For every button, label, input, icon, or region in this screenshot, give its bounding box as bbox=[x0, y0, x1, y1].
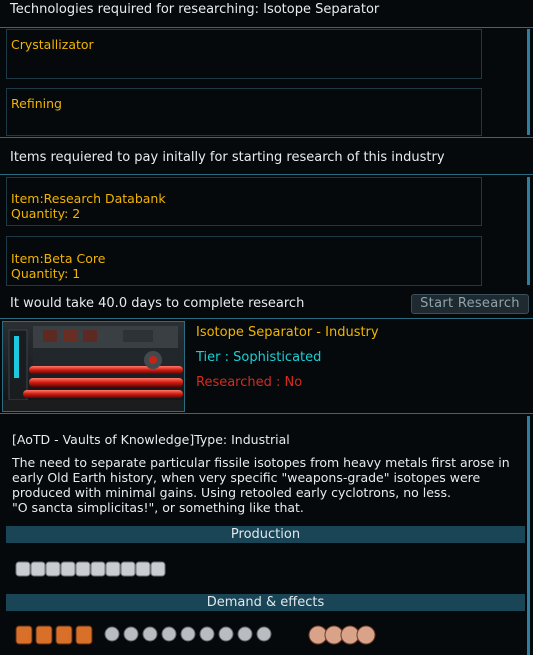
industry-description: The need to separate particular fissile … bbox=[12, 455, 510, 500]
demand-icons bbox=[14, 622, 394, 648]
research-time: It would take 40.0 days to complete rese… bbox=[10, 296, 305, 311]
divider bbox=[0, 318, 533, 319]
divider bbox=[0, 27, 533, 28]
divider bbox=[0, 137, 533, 138]
industry-researched-status: Researched : No bbox=[196, 375, 303, 390]
industry-tier: Tier : Sophisticated bbox=[196, 350, 322, 365]
demand-banner: Demand & effects bbox=[6, 594, 525, 611]
crew-icon bbox=[15, 625, 93, 645]
required-tech-label: Crystallizator bbox=[11, 37, 94, 52]
item-card[interactable]: Item:Beta Core Quantity: 1 bbox=[6, 236, 482, 286]
required-tech-card[interactable]: Refining bbox=[6, 88, 482, 136]
scrollbar[interactable] bbox=[527, 416, 530, 655]
scrollbar[interactable] bbox=[527, 29, 530, 135]
items-header: Items requiered to pay initally for star… bbox=[10, 150, 445, 165]
isotope-separator-image bbox=[2, 321, 185, 412]
required-tech-card[interactable]: Crystallizator bbox=[6, 29, 482, 79]
industry-name: Isotope Separator - Industry bbox=[196, 325, 379, 340]
item-quantity: Quantity: 2 bbox=[11, 206, 81, 221]
required-tech-label: Refining bbox=[11, 96, 62, 111]
item-card[interactable]: Item:Research Databank Quantity: 2 bbox=[6, 177, 482, 226]
ore-icon bbox=[308, 625, 376, 645]
scrollbar[interactable] bbox=[527, 177, 530, 285]
production-icons bbox=[14, 556, 174, 582]
metal-ingot-icon bbox=[15, 561, 166, 577]
production-banner: Production bbox=[6, 526, 525, 543]
tech-requirements-header: Technologies required for researching: I… bbox=[0, 0, 533, 18]
divider bbox=[0, 174, 533, 175]
tech-requirements-title: Technologies required for researching: I… bbox=[10, 2, 380, 17]
industry-type-line: [AoTD - Vaults of Knowledge]Type: Indust… bbox=[12, 432, 290, 447]
divider bbox=[0, 413, 533, 414]
item-label: Item:Research Databank bbox=[11, 191, 166, 206]
machinery-icon bbox=[104, 626, 272, 642]
start-research-button[interactable]: Start Research bbox=[411, 294, 529, 314]
item-label: Item:Beta Core bbox=[11, 251, 106, 266]
industry-quote: "O sancta simplicitas!", or something li… bbox=[12, 500, 304, 515]
item-quantity: Quantity: 1 bbox=[11, 266, 81, 281]
